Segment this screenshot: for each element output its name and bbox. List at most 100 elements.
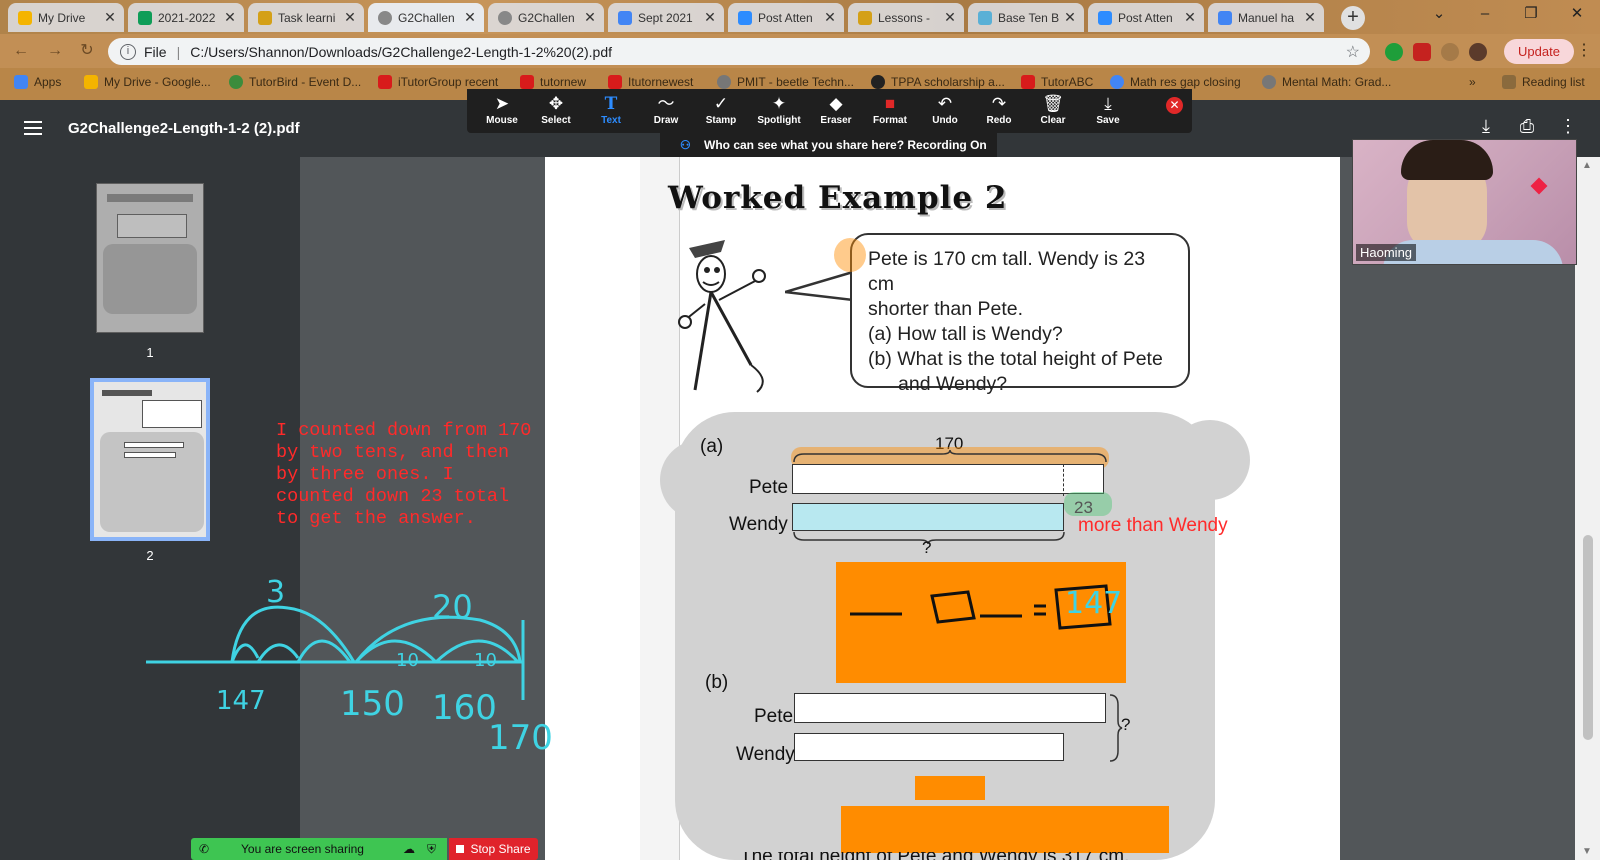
bookmark-pmit[interactable]: PMIT - beetle Techn... [717, 75, 854, 89]
equation-answer: 147 [1065, 586, 1123, 621]
close-window-button[interactable]: ✕ [1554, 0, 1600, 30]
tool-draw[interactable]: 〜 Draw [639, 93, 693, 126]
close-annotation-toolbar-icon[interactable]: ✕ [1166, 97, 1183, 114]
tab-sheets[interactable]: 2021-2022 ✕ [128, 3, 244, 32]
bookmark-math-res[interactable]: Math res gap closing [1110, 75, 1241, 89]
tool-clear[interactable]: 🗑 Clear [1026, 93, 1080, 126]
stop-share-button[interactable]: Stop Share [449, 838, 538, 860]
bookmark-tutorbird[interactable]: TutorBird - Event D... [229, 75, 361, 89]
format-color-icon: ■ [884, 94, 896, 113]
page-number-1: 1 [146, 345, 154, 360]
menu-kebab-icon[interactable]: ⋮ [1573, 40, 1595, 62]
minimize-button[interactable]: – [1462, 0, 1508, 30]
close-tab-icon[interactable]: ✕ [1182, 9, 1198, 26]
tab-task-learning[interactable]: Task learni ✕ [248, 3, 364, 32]
tab-g2challenge[interactable]: G2Challen ✕ [488, 3, 604, 32]
tab-lessons[interactable]: Lessons - ✕ [848, 3, 964, 32]
bookmark-tutornew[interactable]: tutornew [520, 75, 586, 89]
extension-puzzle-icon[interactable] [1441, 43, 1459, 61]
scroll-up-icon[interactable]: ▲ [1582, 160, 1592, 171]
extension-green-icon[interactable] [1385, 43, 1403, 61]
close-tab-icon[interactable]: ✕ [222, 9, 238, 26]
update-button[interactable]: Update [1504, 39, 1574, 64]
google-sheets-icon [138, 10, 152, 25]
tab-g2challenge-active[interactable]: G2Challen ✕ [368, 3, 484, 32]
bookmark-apps[interactable]: Apps [14, 75, 61, 89]
tab-manuel[interactable]: Manuel ha ✕ [1208, 3, 1324, 32]
undo-icon: ↶ [937, 94, 953, 113]
phone-icon: ✆ [199, 842, 210, 856]
ublock-icon[interactable] [1413, 43, 1431, 61]
download-icon[interactable]: ⤓ [1474, 116, 1498, 137]
close-tab-icon[interactable]: ✕ [702, 9, 718, 26]
reading-list[interactable]: Reading list [1502, 75, 1585, 89]
more-options-icon[interactable]: ⋮ [1556, 116, 1580, 137]
tool-text[interactable]: T Text [584, 93, 638, 126]
close-tab-icon[interactable]: ✕ [942, 9, 958, 26]
profile-avatar[interactable] [1469, 43, 1487, 61]
tool-undo[interactable]: ↶ Undo [918, 93, 972, 126]
bookmark-tutorabc[interactable]: TutorABC [1021, 75, 1093, 89]
site-info-icon[interactable]: i [120, 43, 136, 60]
compass-mascot-illustration [678, 240, 766, 393]
forward-icon[interactable]: → [44, 40, 66, 62]
scroll-down-icon[interactable]: ▼ [1582, 846, 1592, 857]
screen-sharing-bar[interactable]: ✆ You are screen sharing ☁ ⛨ [191, 838, 447, 860]
tool-mouse[interactable]: ➤ Mouse [475, 93, 529, 126]
tab-post-attendance[interactable]: Post Atten ✕ [728, 3, 844, 32]
reload-icon[interactable]: ↻ [76, 40, 98, 62]
close-tab-icon[interactable]: ✕ [1302, 9, 1318, 26]
tab-search-icon[interactable]: ⌄ [1416, 0, 1462, 30]
tab-post-attendance-2[interactable]: Post Atten ✕ [1088, 3, 1204, 32]
hop-ten-a: 10 [396, 650, 419, 671]
tppa-icon [871, 75, 885, 89]
back-icon[interactable]: ← [10, 40, 32, 62]
close-tab-icon[interactable]: ✕ [102, 9, 118, 26]
bookmark-star-icon[interactable]: ☆ [1346, 42, 1360, 62]
stamp-check-icon: ✓ [713, 94, 729, 113]
page-thumbnail-1[interactable] [96, 183, 204, 333]
participant-video[interactable]: Haoming [1352, 139, 1577, 265]
close-tab-icon[interactable]: ✕ [462, 9, 478, 26]
bookmark-my-drive[interactable]: My Drive - Google... [84, 75, 211, 89]
print-icon[interactable]: ⎙ [1515, 116, 1539, 137]
more-bookmarks-icon[interactable]: » [1469, 75, 1476, 89]
google-drive-icon [84, 75, 98, 89]
pdf-filename: G2Challenge2-Length-1-2 (2).pdf [68, 120, 300, 137]
tab-my-drive[interactable]: My Drive ✕ [8, 3, 124, 32]
new-tab-button[interactable]: + [1341, 6, 1365, 30]
vertical-scrollbar[interactable] [1575, 157, 1600, 860]
recording-notice[interactable]: ⚇ Who can see what you share here? Recor… [660, 133, 997, 157]
tool-save[interactable]: ⤓ Save [1081, 93, 1135, 126]
screen-sharing-status: You are screen sharing [241, 842, 364, 856]
tool-eraser[interactable]: ◆ Eraser [809, 93, 863, 126]
scrollbar-thumb[interactable] [1583, 535, 1593, 740]
bottom-sentence-clip: The total height of Pete and Wendy is 31… [740, 852, 1200, 860]
close-tab-icon[interactable]: ✕ [582, 9, 598, 26]
tool-select[interactable]: ✥ Select [529, 93, 583, 126]
bookmark-tppa[interactable]: TPPA scholarship a... [871, 75, 1005, 89]
close-tab-icon[interactable]: ✕ [1062, 9, 1078, 26]
close-tab-icon[interactable]: ✕ [822, 9, 838, 26]
unknown-total-height: ? [1121, 715, 1131, 734]
tab-base-ten[interactable]: Base Ten B ✕ [968, 3, 1084, 32]
brace-170 [793, 450, 1107, 463]
bookmark-itutornewest[interactable]: Itutornewest [608, 75, 693, 89]
bookmark-mental-math[interactable]: Mental Math: Grad... [1262, 75, 1391, 89]
tool-redo[interactable]: ↷ Redo [972, 93, 1026, 126]
close-tab-icon[interactable]: ✕ [342, 9, 358, 26]
itutor-icon [520, 75, 534, 89]
address-bar[interactable]: i File | C:/Users/Shannon/Downloads/G2Ch… [108, 38, 1370, 65]
itutor-icon [1021, 75, 1035, 89]
zoom-icon [1098, 10, 1112, 25]
tool-format[interactable]: ■ Format [863, 93, 917, 126]
menu-icon[interactable] [24, 121, 42, 135]
highlight-dot [834, 238, 866, 272]
page-thumbnail-2[interactable] [90, 378, 210, 541]
bookmark-itutorgroup[interactable]: iTutorGroup recent [378, 75, 498, 89]
tool-spotlight[interactable]: ✦ Spotlight [749, 93, 809, 126]
tab-sept-2021[interactable]: Sept 2021 ✕ [608, 3, 724, 32]
tool-stamp[interactable]: ✓ Stamp [694, 93, 748, 126]
wendy-bar-a [792, 503, 1064, 531]
restore-button[interactable]: ❐ [1508, 0, 1554, 30]
